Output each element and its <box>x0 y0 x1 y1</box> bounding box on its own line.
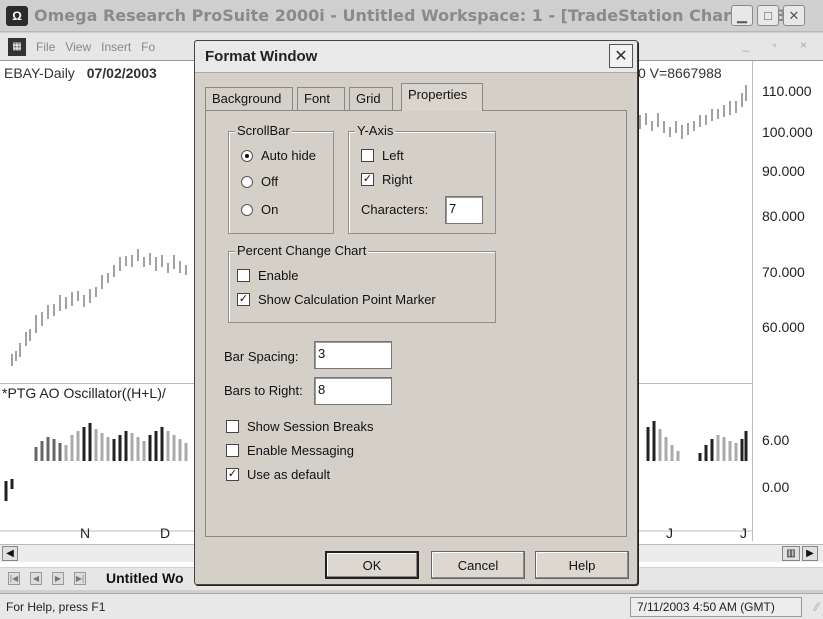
price-tick: 90.000 <box>762 163 805 179</box>
check-enable-messaging-label: Enable Messaging <box>247 443 354 458</box>
price-tick: 100.000 <box>762 124 813 140</box>
omega-logo-icon[interactable]: Ω <box>6 5 28 26</box>
resize-grip-icon[interactable]: ⁄⁄ <box>815 600 819 614</box>
month-label: D <box>160 525 171 541</box>
radio-on-label: On <box>261 202 279 217</box>
status-bar: For Help, press F1 7/11/2003 4:50 AM (GM… <box>0 593 823 619</box>
month-label: J <box>666 525 673 541</box>
osc-tick: 6.00 <box>762 432 790 448</box>
last-tab-icon[interactable]: ▶| <box>74 572 86 585</box>
check-left-label: Left <box>382 148 404 163</box>
checkbox-icon[interactable] <box>361 149 374 162</box>
bar-spacing-label: Bar Spacing: <box>224 349 299 364</box>
checkbox-icon[interactable] <box>237 269 250 282</box>
checkbox-checked-icon[interactable]: ✓ <box>226 468 239 481</box>
scroll-right-icon[interactable]: ▶ <box>802 546 818 561</box>
help-button[interactable]: Help <box>535 551 629 579</box>
menu-format[interactable]: Fo <box>141 40 155 54</box>
scroll-thumb[interactable]: ▥ <box>782 546 800 561</box>
properties-panel: ScrollBar Auto hide Off On Y-Axis Left ✓… <box>205 110 627 537</box>
radio-selected-icon[interactable] <box>241 149 253 162</box>
bars-to-right-field[interactable]: 8 <box>314 377 392 405</box>
checkbox-icon[interactable] <box>226 420 239 433</box>
menu-file[interactable]: File <box>36 40 55 54</box>
radio-unselected-icon[interactable] <box>241 203 253 216</box>
app-title: Omega Research ProSuite 2000i - Untitled… <box>34 6 806 25</box>
dialog-title-bar[interactable]: Format Window ✕ <box>195 41 637 73</box>
price-tick: 80.000 <box>762 208 805 224</box>
prev-tab-icon[interactable]: ◀ <box>30 572 42 585</box>
cancel-button[interactable]: Cancel <box>431 551 525 579</box>
check-enable[interactable]: Enable <box>237 268 298 283</box>
check-right-label: Right <box>382 172 413 187</box>
y-axis-group-label: Y-Axis <box>355 123 396 138</box>
dialog-close-button[interactable]: ✕ <box>609 44 633 68</box>
oscillator-bars-right <box>646 421 748 461</box>
radio-auto-hide[interactable]: Auto hide <box>241 148 316 163</box>
next-tab-icon[interactable]: ▶ <box>52 572 64 585</box>
check-enable-label: Enable <box>258 268 299 283</box>
percent-change-group-label: Percent Change Chart <box>235 243 369 258</box>
bar-spacing-field[interactable]: 3 <box>314 341 392 369</box>
maximize-button[interactable]: □ <box>757 5 779 26</box>
month-label: J <box>740 525 747 541</box>
tab-background[interactable]: Background <box>205 87 293 111</box>
check-session-breaks[interactable]: Show Session Breaks <box>226 419 373 434</box>
oscillator-bars-left <box>4 423 188 501</box>
status-clock: 7/11/2003 4:50 AM (GMT) <box>630 597 802 617</box>
checkbox-checked-icon[interactable]: ✓ <box>237 293 250 306</box>
dialog-title: Format Window <box>205 48 318 65</box>
y-axis-group: Y-Axis Left ✓ Right Characters: 7 <box>348 123 496 234</box>
check-calc-marker[interactable]: ✓ Show Calculation Point Marker <box>237 292 436 307</box>
status-help-text: For Help, press F1 <box>6 600 106 614</box>
scroll-left-icon[interactable]: ◀ <box>2 546 18 561</box>
checkbox-icon[interactable] <box>226 444 239 457</box>
app-title-bar: Ω Omega Research ProSuite 2000i - Untitl… <box>0 0 823 32</box>
check-use-default[interactable]: ✓ Use as default <box>226 467 330 482</box>
osc-tick: 0.00 <box>762 479 790 495</box>
check-left[interactable]: Left <box>361 148 404 163</box>
price-tick: 110.000 <box>762 83 812 99</box>
price-bars-left <box>11 249 187 366</box>
format-window-dialog: Format Window ✕ Background Font Grid Pro… <box>194 40 638 585</box>
check-session-breaks-label: Show Session Breaks <box>247 419 374 434</box>
check-enable-messaging[interactable]: Enable Messaging <box>226 443 354 458</box>
check-use-default-label: Use as default <box>247 467 331 482</box>
tab-font[interactable]: Font <box>297 87 345 111</box>
scrollbar-group: ScrollBar Auto hide Off On <box>228 123 334 234</box>
price-bars-right <box>639 85 747 139</box>
radio-off-label: Off <box>261 174 279 189</box>
checkbox-checked-icon[interactable]: ✓ <box>361 173 374 186</box>
check-right[interactable]: ✓ Right <box>361 172 412 187</box>
first-tab-icon[interactable]: |◀ <box>8 572 20 585</box>
menu-insert[interactable]: Insert <box>101 40 131 54</box>
close-button[interactable]: ✕ <box>783 5 805 26</box>
price-tick: 70.000 <box>762 264 805 280</box>
check-calc-marker-label: Show Calculation Point Marker <box>258 292 436 307</box>
radio-on[interactable]: On <box>241 202 278 217</box>
price-tick: 60.000 <box>762 319 805 335</box>
tab-grid[interactable]: Grid <box>349 87 393 111</box>
bars-to-right-label: Bars to Right: <box>224 383 303 398</box>
mdi-window-buttons[interactable]: _ ▫ × <box>742 38 817 52</box>
oscillator-label: *PTG AO Oscillator((H+L)/ <box>2 385 166 401</box>
percent-change-group: Percent Change Chart Enable ✓ Show Calcu… <box>228 243 496 323</box>
menu-view[interactable]: View <box>65 40 91 54</box>
radio-unselected-icon[interactable] <box>241 175 253 188</box>
workspace-tab[interactable]: Untitled Wo <box>106 570 184 586</box>
characters-field[interactable]: 7 <box>445 196 483 224</box>
characters-label: Characters: <box>361 202 429 217</box>
tab-properties[interactable]: Properties <box>401 83 483 111</box>
scrollbar-group-label: ScrollBar <box>235 123 292 138</box>
chart-doc-icon[interactable]: ▦ <box>8 37 26 56</box>
ok-button[interactable]: OK <box>325 551 419 579</box>
minimize-button[interactable]: ▁ <box>731 5 753 26</box>
radio-auto-hide-label: Auto hide <box>261 148 316 163</box>
month-label: N <box>80 525 91 541</box>
radio-off[interactable]: Off <box>241 174 278 189</box>
